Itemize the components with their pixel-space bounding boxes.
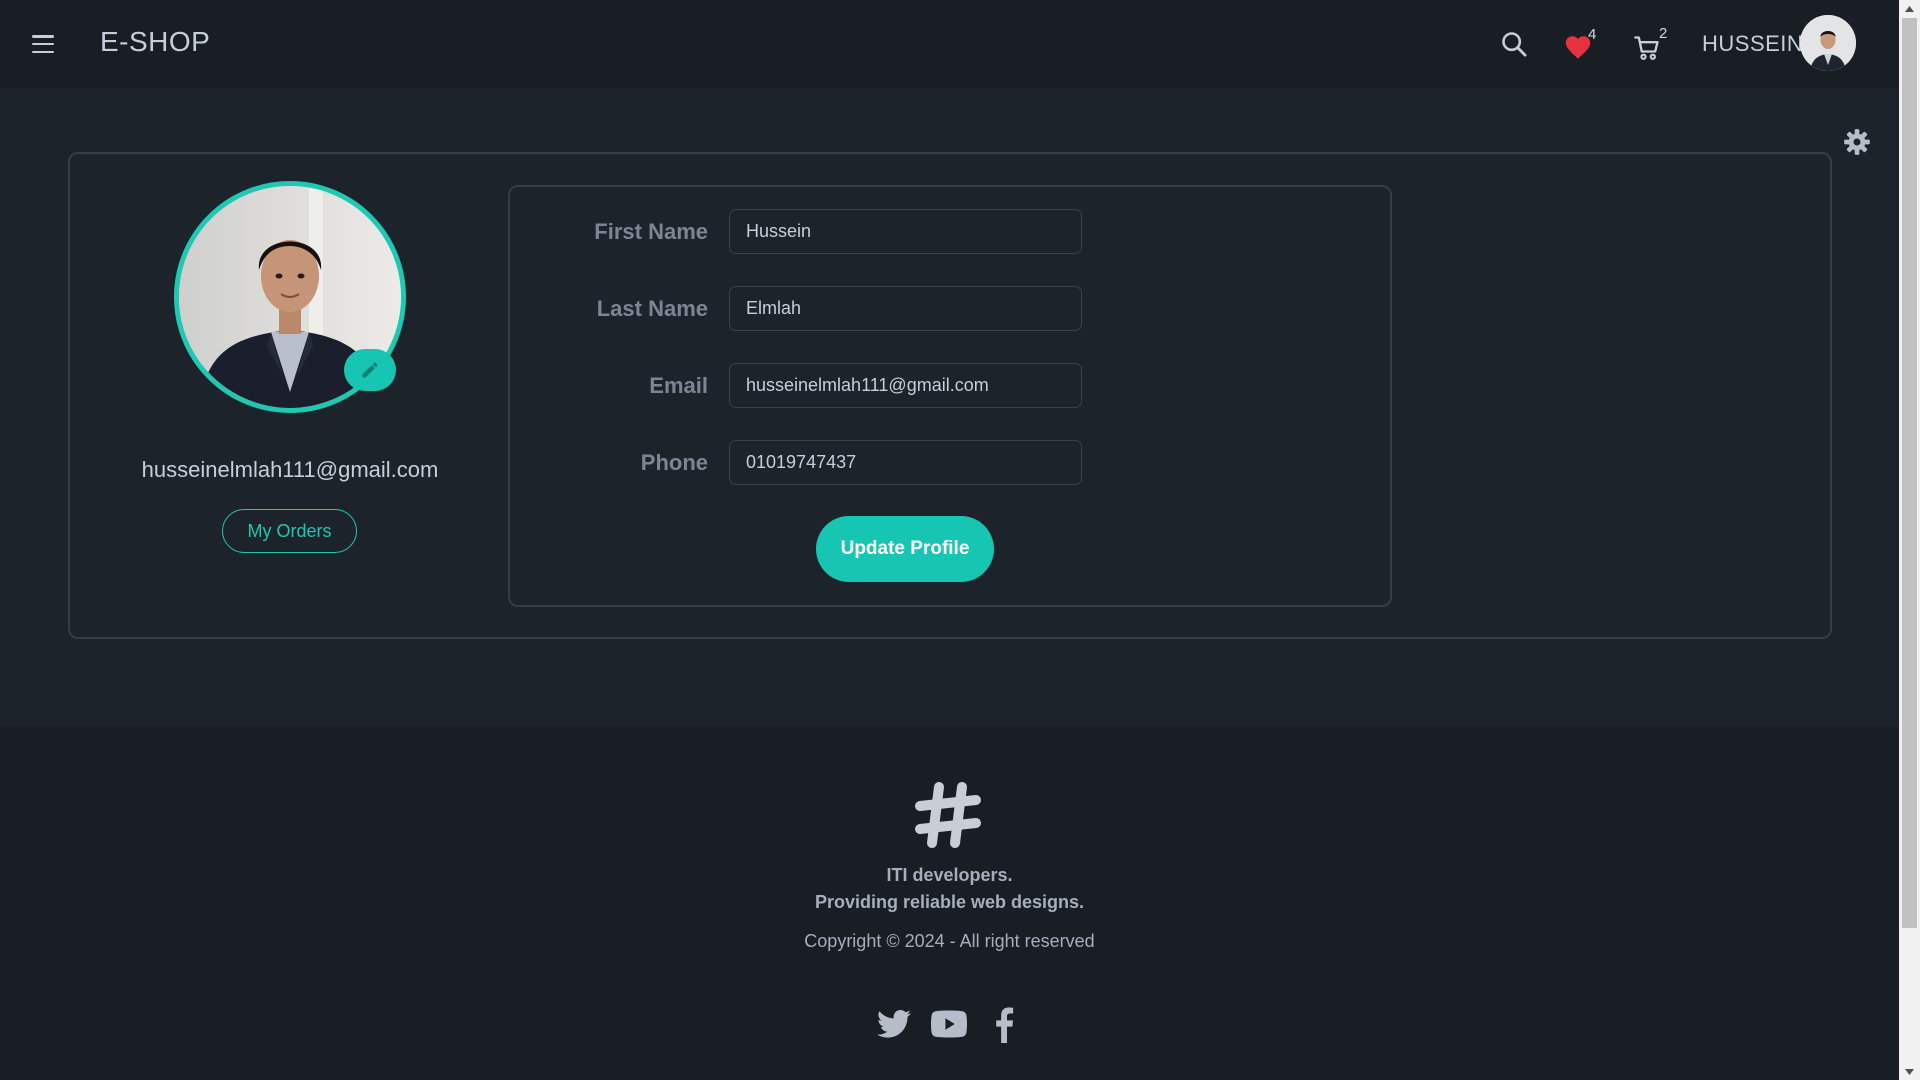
- pencil-icon: [362, 362, 378, 378]
- cart-count-badge: 2: [1659, 25, 1668, 42]
- scroll-up-arrow-icon[interactable]: [1899, 0, 1920, 17]
- cart-icon: [1634, 36, 1659, 60]
- hamburger-menu-icon[interactable]: [32, 33, 54, 55]
- user-photo-icon: [1800, 15, 1856, 71]
- edit-avatar-button[interactable]: [344, 349, 396, 391]
- last-name-field[interactable]: [729, 286, 1082, 331]
- hashtag-logo-icon: [915, 782, 981, 848]
- footer: ITI developers. Providing reliable web d…: [0, 727, 1899, 1080]
- youtube-icon[interactable]: [931, 1009, 967, 1039]
- cart-button[interactable]: 2: [1633, 25, 1669, 62]
- my-orders-button[interactable]: My Orders: [222, 509, 357, 553]
- search-icon[interactable]: [1500, 30, 1528, 58]
- scroll-down-arrow-icon[interactable]: [1899, 1063, 1920, 1080]
- update-profile-button[interactable]: Update Profile: [816, 516, 994, 582]
- gear-icon[interactable]: [1843, 128, 1871, 156]
- footer-copyright: Copyright © 2024 - All right reserved: [804, 931, 1095, 951]
- navbar: E-SHOP 4 2 HUSSEIN: [0, 0, 1899, 88]
- wishlist-count-badge: 4: [1588, 26, 1597, 43]
- phone-label: Phone: [640, 450, 708, 475]
- brand-logo[interactable]: E-SHOP: [100, 26, 210, 58]
- email-field[interactable]: [729, 363, 1082, 408]
- vertical-scrollbar[interactable]: [1899, 0, 1920, 1080]
- footer-tagline: ITI developers.: [886, 865, 1013, 885]
- scrollbar-thumb[interactable]: [1902, 18, 1917, 928]
- user-name[interactable]: HUSSEIN: [1702, 31, 1803, 57]
- phone-field[interactable]: [729, 440, 1082, 485]
- wishlist-button[interactable]: 4: [1564, 26, 1598, 60]
- twitter-icon[interactable]: [877, 1009, 911, 1039]
- footer-subtagline: Providing reliable web designs.: [814, 892, 1085, 912]
- profile-email: husseinelmlah111@gmail.com: [141, 457, 439, 482]
- email-label: Email: [649, 373, 708, 398]
- first-name-field[interactable]: [729, 209, 1082, 254]
- nav-avatar[interactable]: [1800, 15, 1856, 71]
- last-name-label: Last Name: [596, 296, 708, 321]
- facebook-icon[interactable]: [992, 1007, 1016, 1043]
- first-name-label: First Name: [594, 219, 708, 244]
